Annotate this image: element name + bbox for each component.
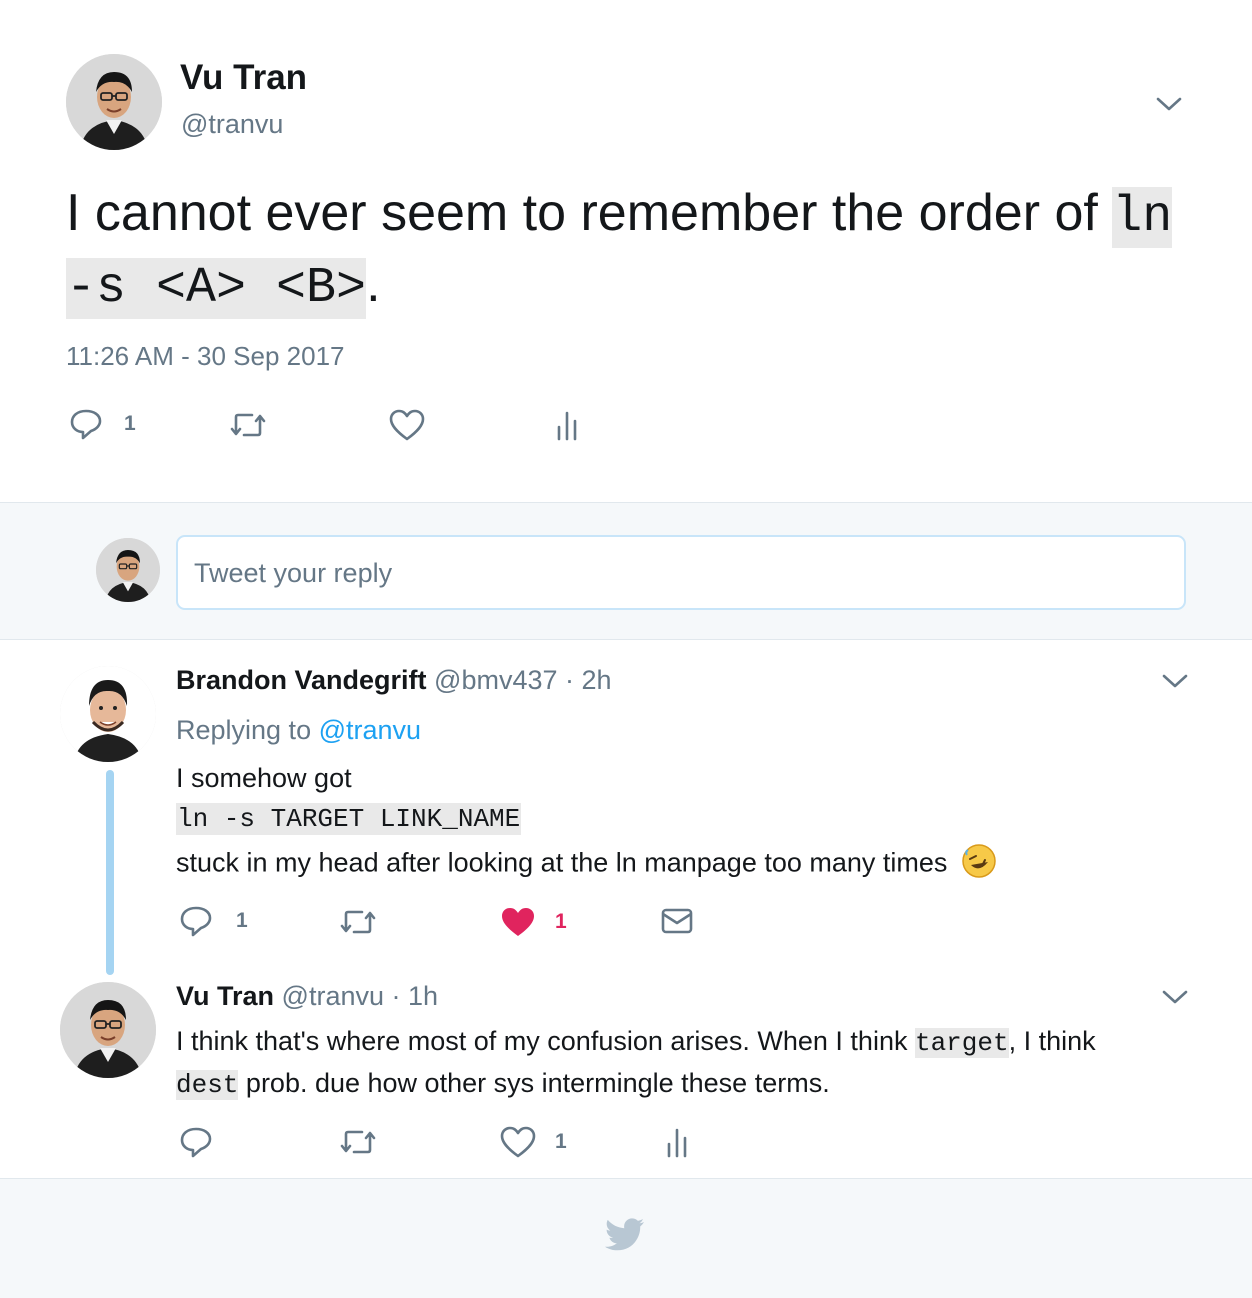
retweet-icon: [228, 407, 268, 443]
reply-panel: Tweet your reply: [0, 502, 1252, 640]
like-button[interactable]: 1: [499, 904, 567, 940]
avatar[interactable]: [66, 54, 162, 150]
reply-button[interactable]: 1: [178, 903, 248, 939]
twitter-bird-icon[interactable]: [604, 1217, 646, 1258]
reply-icon: [178, 903, 214, 939]
reply-placeholder: Tweet your reply: [194, 558, 393, 588]
reply-button[interactable]: 1: [68, 406, 136, 442]
author-name[interactable]: Vu Tran: [176, 981, 274, 1011]
footer: [0, 1178, 1252, 1298]
chevron-down-icon[interactable]: [1161, 671, 1189, 691]
avatar: [96, 538, 160, 602]
author-handle[interactable]: @tranvu: [282, 981, 384, 1011]
reply-count: 1: [236, 909, 248, 932]
replying-to: Replying to @tranvu: [176, 715, 421, 746]
reply-button[interactable]: [178, 1124, 214, 1160]
author-handle[interactable]: @tranvu: [181, 109, 283, 140]
analytics-icon: [663, 1124, 691, 1160]
reply-text-a: I think that's where most of my confusio…: [176, 1026, 915, 1056]
reply-text: I think that's where most of my confusio…: [176, 1021, 1176, 1105]
timestamp[interactable]: 11:26 AM - 30 Sep 2017: [66, 341, 345, 372]
heart-filled-icon: [499, 904, 537, 940]
reply-code: ln -s TARGET LINK_NAME: [176, 803, 522, 835]
retweet-icon: [338, 1124, 378, 1160]
tweet-text-suffix: .: [366, 255, 381, 313]
like-count: 1: [555, 910, 567, 933]
avatar[interactable]: [60, 666, 156, 762]
retweet-button[interactable]: [338, 904, 378, 940]
analytics-button[interactable]: [663, 1124, 691, 1160]
envelope-icon: [660, 905, 694, 937]
reply-line-3: stuck in my head after looking at the ln…: [176, 843, 997, 886]
analytics-icon: [553, 407, 581, 443]
rofl-emoji-icon: [961, 843, 997, 886]
reply-input[interactable]: Tweet your reply: [176, 535, 1186, 610]
reply-text-c: prob. due how other sys intermingle thes…: [238, 1068, 830, 1098]
reply-code-target: target: [914, 1028, 1009, 1058]
retweet-button[interactable]: [338, 1124, 378, 1160]
retweet-icon: [338, 904, 378, 940]
replying-to-link[interactable]: @tranvu: [319, 715, 421, 745]
reply-time[interactable]: · 1h: [392, 981, 439, 1011]
like-count: 1: [555, 1130, 567, 1153]
reply-header: Vu Tran @tranvu · 1h: [176, 981, 438, 1012]
author-name[interactable]: Vu Tran: [180, 58, 307, 98]
chevron-down-icon[interactable]: [1161, 987, 1189, 1007]
analytics-button[interactable]: [553, 407, 581, 443]
reply-code-dest: dest: [176, 1070, 239, 1100]
author-handle[interactable]: @bmv437: [434, 665, 557, 695]
tweet-text-prefix: I cannot ever seem to remember the order…: [66, 184, 1113, 242]
reply-icon: [68, 406, 104, 442]
author-name[interactable]: Brandon Vandegrift: [176, 665, 427, 695]
reply-line-1: I somehow got: [176, 763, 352, 793]
like-button[interactable]: 1: [499, 1124, 567, 1160]
thread-line: [106, 770, 114, 975]
reply-text-b: , I think: [1008, 1026, 1096, 1056]
like-icon: [499, 1124, 537, 1160]
reply-header: Brandon Vandegrift @bmv437 · 2h: [176, 665, 612, 696]
tweet-text: I cannot ever seem to remember the order…: [66, 180, 1206, 322]
retweet-button[interactable]: [228, 407, 268, 443]
reply-line-3-text: stuck in my head after looking at the ln…: [176, 847, 948, 878]
reply-icon: [178, 1124, 214, 1160]
reply-count: 1: [124, 412, 136, 435]
like-icon: [388, 407, 426, 443]
chevron-down-icon[interactable]: [1155, 94, 1183, 114]
reply-time[interactable]: · 2h: [565, 665, 612, 695]
avatar[interactable]: [60, 982, 156, 1078]
replying-to-prefix: Replying to: [176, 715, 319, 745]
message-button[interactable]: [660, 905, 694, 937]
like-button[interactable]: [388, 407, 426, 443]
